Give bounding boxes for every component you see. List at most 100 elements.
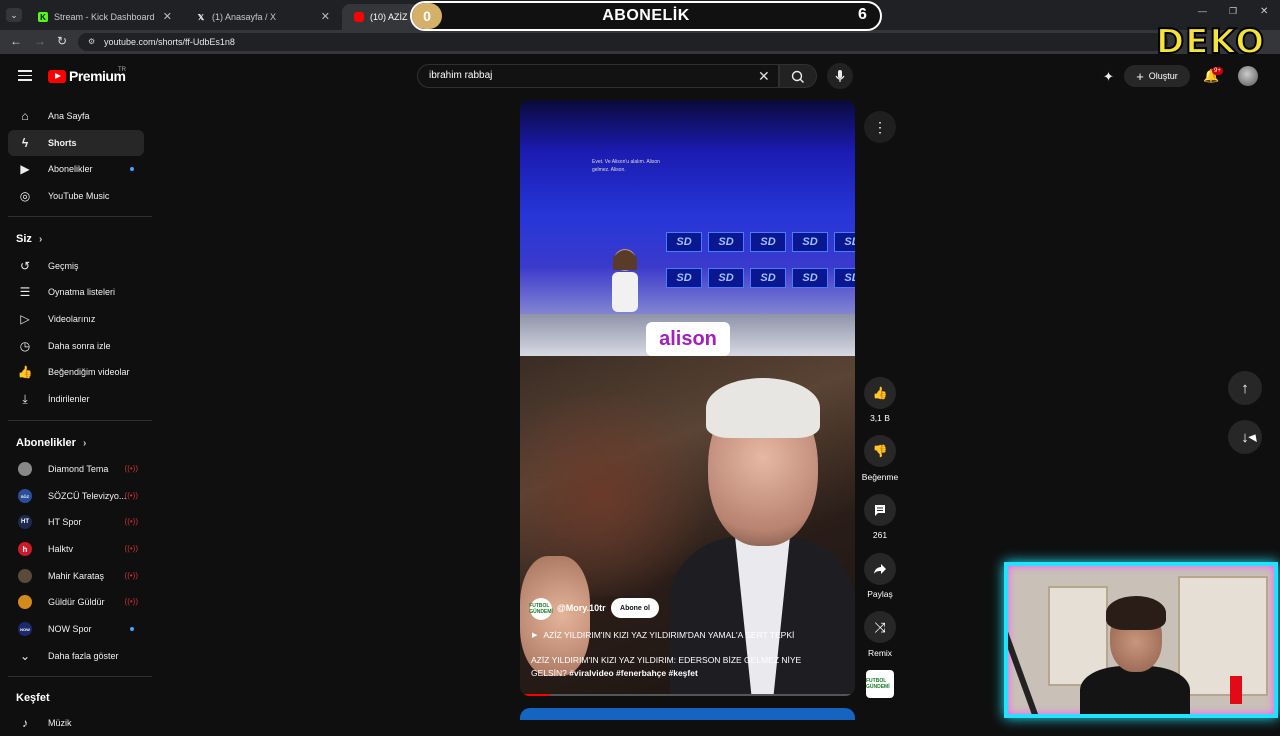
progress-bar[interactable] [520,694,855,696]
sidebar-item-liked-videos[interactable]: 👍 Beğendiğim videolar [8,359,144,385]
sidebar: ⌂ Ana Sayfa ϟ Shorts ▶ Abonelikler ◎ You… [0,100,152,730]
hashtags[interactable]: #viralvideo #fenerbahçe #keşfet [569,668,698,678]
youtube-premium-logo[interactable]: Premium TR [48,67,126,84]
short-description: AZİZ YILDIRIM'IN KIZI YAZ YILDIRIM: EDER… [531,654,831,680]
sidebar-item-subscriptions[interactable]: ▶ Abonelikler [8,156,144,182]
tab-search-icon[interactable]: ⌄ [6,8,22,22]
channel-name: Halktv [48,544,74,554]
share-button[interactable] [864,553,896,585]
sidebar-item-shorts[interactable]: ϟ Shorts [8,130,144,156]
presenter-figure [612,249,638,312]
subscriptions-icon: ▶ [20,162,30,176]
sidebar-item-music[interactable]: ♪ Müzik [8,710,144,736]
clear-search-icon[interactable]: ✕ [758,68,770,85]
channel-avatar [18,462,32,476]
sidebar-channel-item[interactable]: Güldür Güldür ((•)) [8,589,144,615]
restore-icon[interactable]: ❐ [1229,6,1237,17]
sidebar-show-more[interactable]: ⌄ Daha fazla göster [8,643,144,669]
sidebar-item-label: Daha fazla göster [48,651,119,661]
play-icon: ▶ [532,632,538,639]
tab-x[interactable]: 𝕏 (1) Anasayfa / X ✕ [184,4,338,30]
site-info-icon[interactable]: ⚙ [88,37,95,46]
new-content-dot [130,627,134,631]
channel-avatar[interactable]: FUTBOL GÜNDEMİ [529,598,553,620]
sidebar-section-you[interactable]: Siz › [16,233,42,245]
sidebar-item-label: İndirilenler [48,394,90,404]
youtube-icon [354,12,364,22]
youtube-logo-icon [48,69,66,83]
sidebar-item-label: Videolarınız [48,314,96,324]
dislike-button[interactable]: 👎 [864,435,896,467]
address-bar[interactable]: youtube.com/shorts/ff-UdbEs1n8 [78,33,1168,51]
live-icon: ((•)) [124,597,138,606]
channel-name[interactable]: @Mory.10tr [557,603,606,613]
sidebar-item-watch-later[interactable]: ◷ Daha sonra izle [8,333,144,359]
sd-logo: SD [750,268,786,288]
sidebar-item-history[interactable]: ↺ Geçmiş [8,253,144,279]
sidebar-item-home[interactable]: ⌂ Ana Sayfa [8,103,144,129]
sidebar-section-subscriptions[interactable]: Abonelikler › [16,437,86,449]
sidebar-channel-item[interactable]: NOW NOW Spor [8,616,144,642]
sidebar-channel-item[interactable]: h Halktv ((•)) [8,536,144,562]
remix-button[interactable]: ⤨ [864,611,896,643]
sidebar-item-your-videos[interactable]: ▷ Videolarınız [8,306,144,332]
comment-count: 261 [872,530,888,540]
audio-thumbnail[interactable]: FUTBOL GÜNDEMİ [866,670,894,698]
cast-sparkle-icon[interactable]: ✦ [1103,69,1114,85]
sd-logo: SD [834,232,855,252]
sidebar-item-label: Abonelikler [48,164,93,174]
create-button[interactable]: + Oluştur [1124,65,1190,87]
forward-icon[interactable]: → [34,34,46,48]
search-input[interactable]: ibrahim rabbaj [417,64,779,88]
minimize-icon[interactable]: — [1198,6,1207,16]
music-note-icon: ♪ [22,716,28,730]
sidebar-item-label: Geçmiş [48,261,79,271]
history-icon: ↺ [19,259,31,273]
search-button[interactable] [779,64,817,88]
sidebar-item-downloads[interactable]: ⤓ İndirilenler [8,386,144,412]
channel-name: Mahir Karataş [48,571,105,581]
subscriber-goal-current: 0 [412,3,442,29]
menu-icon[interactable] [18,70,32,84]
reload-icon[interactable]: ↻ [57,34,67,48]
sidebar-channel-item[interactable]: Diamond Tema ((•)) [8,456,144,482]
next-short-preview[interactable] [520,708,855,720]
sidebar-channel-item[interactable]: SÖZ SÖZCÜ Televizyo... ((•)) [8,483,144,509]
like-button[interactable]: 👍 [864,377,896,409]
sidebar-channel-item[interactable]: Mahir Karataş ((•)) [8,563,144,589]
chevron-down-icon: ⌄ [19,649,31,663]
channel-name: Diamond Tema [48,464,109,474]
back-icon[interactable]: ← [10,34,22,48]
more-options-button[interactable]: ⋮ [864,111,896,143]
close-tab-icon[interactable]: ✕ [163,10,172,23]
man-hair [706,378,820,438]
sidebar-item-youtube-music[interactable]: ◎ YouTube Music [8,183,144,209]
previous-short-button[interactable]: ↑ [1228,371,1262,405]
sidebar-item-label: Ana Sayfa [48,111,90,121]
account-avatar[interactable] [1238,66,1258,86]
tab-kick[interactable]: K Stream - Kick Dashboard ✕ [26,4,180,30]
comments-button[interactable] [864,494,896,526]
more-vert-icon: ⋮ [873,118,887,135]
channel-avatar [18,595,32,609]
subscribe-button[interactable]: Abone ol [611,598,659,618]
close-tab-icon[interactable]: ✕ [321,10,330,23]
tab-title: Stream - Kick Dashboard [54,12,155,22]
channel-name: Güldür Güldür [48,597,105,607]
sidebar-item-playlists[interactable]: ☰ Oynatma listeleri [8,279,144,305]
channel-name: SÖZCÜ Televizyo... [48,491,127,501]
sidebar-divider [8,216,152,217]
window-close-icon[interactable]: ✕ [1260,6,1268,17]
studio-screens: SD SD SD SD SD [666,232,855,252]
sd-logo: SD [708,232,744,252]
kick-icon: K [38,12,48,22]
shorts-player[interactable]: Evet. Ve Alison'u alalım. Alison gelmez.… [520,100,855,696]
sidebar-item-label: Oynatma listeleri [48,287,116,297]
live-icon: ((•)) [124,571,138,580]
channel-avatar: NOW [18,622,32,636]
voice-search-button[interactable] [827,63,853,89]
thumbs-up-icon: 👍 [872,386,888,400]
related-video-link[interactable]: ▶ AZİZ YILDIRIM'IN KIZI YAZ YILDIRIM'DAN… [532,630,794,640]
sidebar-channel-item[interactable]: HT HT Spor ((•)) [8,509,144,535]
search-icon [791,70,804,83]
